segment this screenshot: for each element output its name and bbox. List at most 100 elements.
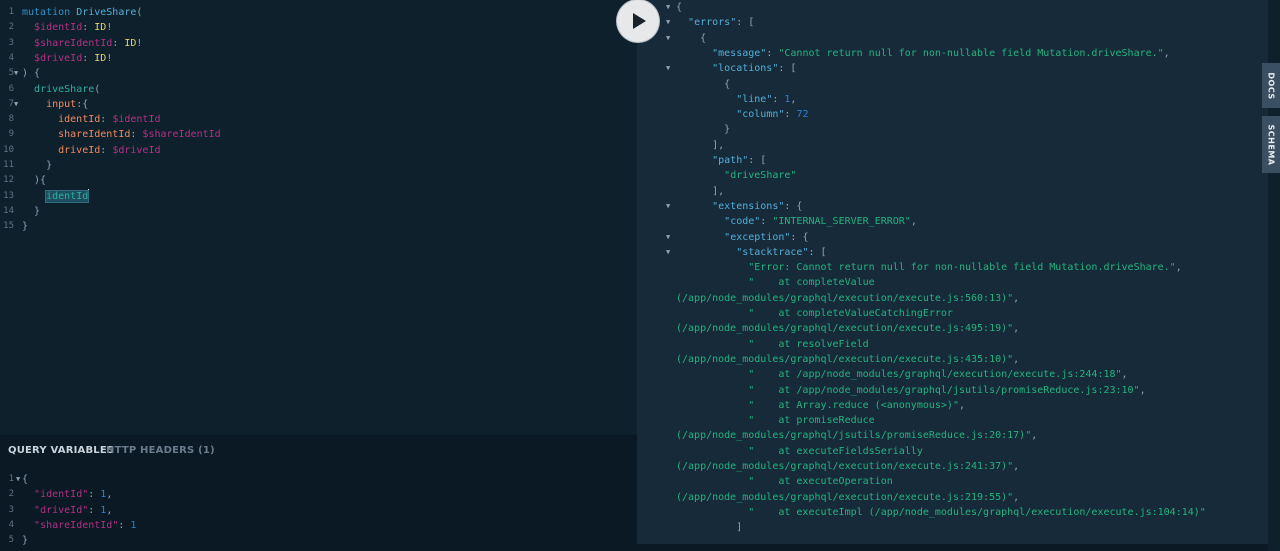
variables-panel: QUERY VARIABLES HTTP HEADERS (1) 1 ▼{2 "i…: [0, 435, 637, 551]
code-token: $identId: [34, 22, 83, 34]
fold-arrow-icon[interactable]: ▼: [666, 15, 670, 30]
fold-arrow-icon[interactable]: ▼: [666, 31, 670, 46]
code-token: " at completeValue: [748, 277, 875, 289]
code-token: $driveId: [112, 144, 161, 156]
run-query-button[interactable]: [617, 0, 659, 42]
code-token: "driveShare": [724, 170, 797, 182]
line-number: 1: [8, 474, 14, 484]
code-token: ,: [1013, 353, 1020, 365]
code-line: "identId": 1,: [22, 487, 112, 502]
code-token: ){: [22, 175, 47, 187]
fold-arrow-icon[interactable]: ▼: [666, 230, 670, 245]
result-line: }: [676, 122, 730, 137]
tab-http-headers[interactable]: HTTP HEADERS (1): [106, 444, 215, 457]
result-line: "Error: Cannot return null for non-nulla…: [676, 260, 1182, 275]
result-line: {: [676, 0, 682, 15]
fold-arrow-icon[interactable]: ▼: [666, 199, 670, 214]
query-editor[interactable]: 1 mutation DriveShare(2 $identId: ID! 3 $s…: [0, 0, 637, 435]
line-number: 2: [8, 489, 14, 500]
fold-arrow-icon[interactable]: ▼: [14, 97, 18, 112]
code-line: }: [22, 204, 40, 219]
variables-editor[interactable]: 1 ▼{2 "identId": 1, 3 "driveId": 1, 4 "shar…: [0, 472, 637, 551]
code-line: mutation DriveShare(: [22, 5, 142, 20]
fold-arrow-icon[interactable]: ▼: [666, 245, 670, 260]
code-token: mutation: [22, 7, 77, 18]
line-number: 7: [8, 98, 14, 109]
result-line: (/app/node_modules/graphql/execution/exe…: [676, 459, 1019, 474]
code-token: : {: [784, 200, 803, 212]
result-line: ]: [676, 520, 742, 535]
code-token: }: [22, 221, 29, 233]
result-line: (/app/node_modules/graphql/execution/exe…: [676, 291, 1019, 306]
fold-arrow-icon[interactable]: ▼: [666, 61, 670, 76]
schema-tab[interactable]: SCHEMA: [1262, 116, 1280, 173]
code-token: {: [22, 474, 29, 485]
line-number: 3: [8, 37, 14, 48]
line-number: 5: [8, 68, 14, 79]
results-scrollbar[interactable]: [637, 544, 1268, 551]
fold-arrow-icon[interactable]: ▼: [16, 472, 20, 487]
code-token: : [: [748, 155, 767, 166]
code-token: "line": [736, 93, 773, 105]
result-line: "message": "Cannot return null for non-n…: [676, 46, 1170, 61]
code-token: (: [94, 83, 101, 95]
code-token: "column": [736, 109, 785, 121]
code-line: {: [22, 472, 28, 487]
line-number: 6: [8, 83, 14, 94]
code-token: ],: [676, 139, 725, 151]
code-token: {: [676, 32, 707, 44]
code-line: $shareIdentId: ID!: [22, 36, 142, 51]
result-line: {: [676, 31, 706, 46]
code-token: identId: [58, 114, 101, 126]
code-token: "locations": [712, 63, 779, 75]
code-token: !: [106, 22, 113, 34]
code-line: }: [22, 158, 52, 173]
fold-arrow-icon[interactable]: ▼: [14, 66, 18, 81]
code-token: " at /app/node_modules/graphql/execution…: [748, 369, 1122, 381]
code-token: "errors": [688, 17, 737, 29]
result-line: ],: [676, 138, 724, 153]
code-line: $identId: ID!: [22, 20, 112, 35]
code-token: }: [22, 160, 53, 171]
code-token: !: [136, 37, 143, 49]
line-number: 8: [8, 114, 14, 125]
code-token: {: [676, 78, 731, 90]
code-token: :: [766, 47, 779, 59]
code-token: "INTERNAL_SERVER_ERROR": [772, 216, 911, 228]
code-token: :: [784, 109, 797, 121]
docs-tab[interactable]: DOCS: [1262, 63, 1280, 108]
result-line: "extensions": {: [676, 199, 802, 214]
tab-query-variables[interactable]: QUERY VARIABLES: [8, 444, 114, 457]
code-token: 72: [796, 109, 809, 121]
code-token: input: [46, 98, 77, 110]
code-token: $driveId: [34, 52, 83, 64]
code-token: "code": [724, 216, 761, 228]
result-line: " at completeValue: [676, 275, 875, 290]
code-line: ) {: [22, 66, 40, 81]
code-token: shareIdentId: [58, 129, 131, 141]
fold-arrow-icon[interactable]: ▼: [666, 0, 670, 15]
code-token: "Cannot return null for non-nullable fie…: [778, 47, 1164, 59]
code-token: !: [106, 52, 113, 64]
code-token: }: [22, 205, 41, 217]
code-token: $identId: [112, 114, 161, 126]
result-line: ],: [676, 184, 724, 199]
result-line: "column": 72: [676, 107, 808, 122]
code-token: "exception": [724, 231, 791, 243]
code-line: shareIdentId: $shareIdentId: [22, 127, 221, 142]
code-token: :: [100, 144, 113, 156]
